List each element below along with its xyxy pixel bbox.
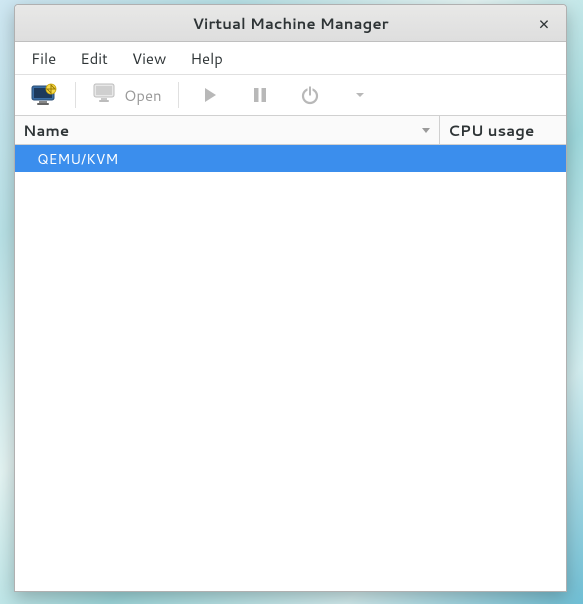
toolbar-separator (75, 82, 76, 108)
titlebar[interactable]: Virtual Machine Manager × (15, 5, 566, 42)
play-icon (201, 86, 219, 104)
column-cpu-label: CPU usage (448, 120, 534, 141)
open-console-button[interactable]: Open (84, 82, 170, 109)
menu-help[interactable]: Help (178, 44, 235, 73)
sort-indicator-icon (421, 122, 431, 139)
connection-tree[interactable]: QEMU/KVM (15, 145, 566, 591)
menu-file[interactable]: File (19, 44, 68, 73)
open-label: Open (124, 85, 162, 106)
menu-edit[interactable]: Edit (68, 44, 120, 73)
connection-label: QEMU/KVM (37, 149, 118, 169)
column-header-name[interactable]: Name (15, 116, 440, 144)
run-button[interactable] (187, 80, 233, 110)
new-vm-button[interactable] (21, 80, 67, 110)
new-vm-icon (30, 83, 58, 107)
window-close-button[interactable]: × (530, 5, 558, 41)
window-title: Virtual Machine Manager (15, 13, 566, 34)
chevron-down-icon (354, 89, 366, 101)
column-header-cpu[interactable]: CPU usage (440, 116, 566, 144)
power-icon (300, 85, 320, 105)
menu-view[interactable]: View (120, 44, 179, 73)
column-name-label: Name (23, 120, 69, 141)
toolbar-separator (178, 82, 179, 108)
monitor-icon (92, 82, 116, 109)
pause-button[interactable] (237, 80, 283, 110)
pause-icon (251, 86, 269, 104)
close-icon: × (538, 10, 549, 36)
toolbar: Open (15, 75, 566, 116)
connection-row[interactable]: QEMU/KVM (15, 145, 566, 172)
column-headers: Name CPU usage (15, 116, 566, 145)
menubar: File Edit View Help (15, 42, 566, 75)
virt-manager-window: Virtual Machine Manager × File Edit View… (14, 4, 567, 592)
shutdown-button[interactable] (287, 80, 333, 110)
shutdown-menu-arrow[interactable] (337, 80, 383, 110)
